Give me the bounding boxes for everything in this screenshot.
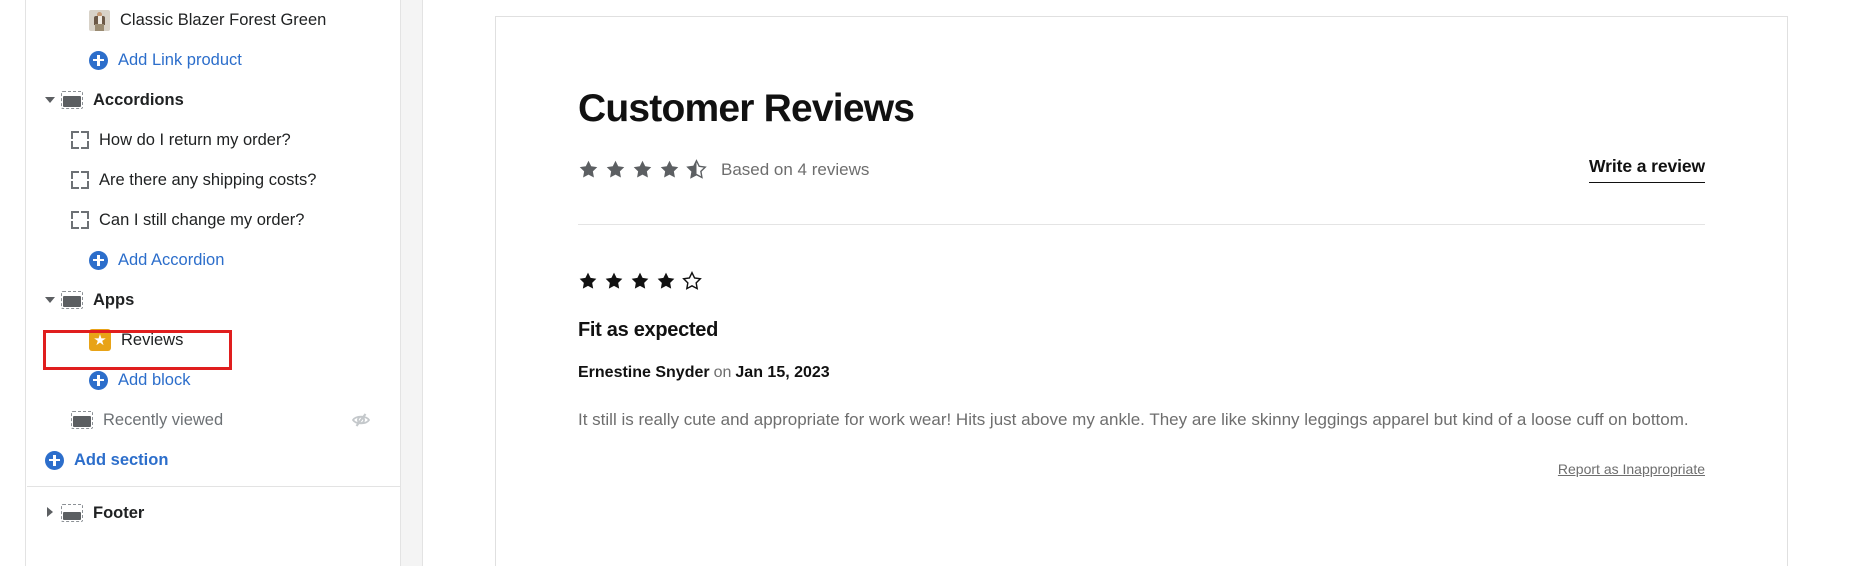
sidebar-item-how-do-i-return-my-order[interactable]: How do I return my order?: [27, 120, 400, 160]
review-on-word: on: [713, 363, 732, 381]
sidebar-item-label: Reviews: [121, 330, 184, 349]
sidebar-item-label: Classic Blazer Forest Green: [120, 10, 327, 29]
sidebar-item-label: Footer: [93, 503, 145, 522]
sidebar-item-footer[interactable]: Footer: [27, 493, 400, 533]
sidebar-item-label: Apps: [93, 290, 135, 309]
sidebar-item-can-i-still-change-my-order[interactable]: Can I still change my order?: [27, 200, 400, 240]
theme-editor-sidebar: Classic Blazer Forest Green Add Link pro…: [0, 0, 401, 566]
block-icon: [71, 211, 89, 229]
section-icon: [61, 91, 83, 109]
sidebar-divider: [27, 486, 400, 487]
review-body-text: It still is really cute and appropriate …: [578, 409, 1689, 429]
sidebar-item-add-link-product[interactable]: Add Link product: [27, 40, 400, 80]
section-icon: [61, 504, 83, 522]
star-filled-icon: [579, 272, 597, 289]
star-app-icon: ★: [89, 329, 111, 351]
review-list-item: Fit as expected Ernestine Snyder on Jan 15…: [578, 225, 1705, 488]
sidebar-item-are-there-any-shipping-costs[interactable]: Are there any shipping costs?: [27, 160, 400, 200]
sidebar-item-recently-viewed[interactable]: Recently viewed: [27, 400, 400, 440]
sidebar-left-edge: [0, 0, 26, 566]
sidebar-item-label: Add block: [118, 370, 191, 389]
storefront-preview: Customer Reviews Based on 4 reviews Writ…: [424, 0, 1850, 566]
sidebar-item-label: Add Link product: [118, 50, 242, 69]
review-author: Ernestine Snyder: [578, 363, 710, 381]
reviews-summary-left: Based on 4 reviews: [578, 159, 869, 180]
sidebar-item-label: Are there any shipping costs?: [99, 170, 317, 189]
sidebar-item-label: Add Accordion: [118, 250, 225, 269]
preview-gutter: [401, 0, 423, 566]
star-half-icon: [686, 159, 707, 180]
section-tree: Classic Blazer Forest Green Add Link pro…: [27, 0, 400, 533]
sidebar-item-classic-blazer-forest-green[interactable]: Classic Blazer Forest Green: [27, 0, 400, 40]
reviews-summary-row: Based on 4 reviews Write a review: [578, 152, 1705, 188]
report-row: Report as Inappropriate: [578, 461, 1705, 487]
product-thumbnail-icon: [89, 9, 110, 31]
sidebar-item-label: How do I return my order?: [99, 130, 291, 149]
chevron-down-icon[interactable]: [45, 294, 57, 306]
sidebar-item-add-section[interactable]: Add section: [27, 440, 400, 480]
sidebar-item-add-block[interactable]: Add block: [27, 360, 400, 400]
review-title: Fit as expected: [578, 318, 719, 341]
star-filled-icon: [657, 272, 675, 289]
sidebar-item-apps[interactable]: Apps: [27, 280, 400, 320]
plus-circle-icon: [45, 450, 64, 470]
based-on-reviews-text: Based on 4 reviews: [721, 159, 870, 179]
section-icon: [71, 411, 93, 429]
sidebar-item-reviews[interactable]: ★ Reviews: [27, 320, 400, 360]
average-rating-stars: [578, 159, 707, 180]
write-a-review-button[interactable]: Write a review: [1589, 156, 1705, 184]
block-icon: [71, 171, 89, 189]
report-as-inappropriate-link[interactable]: Report as Inappropriate: [1558, 461, 1705, 477]
customer-reviews-card: Customer Reviews Based on 4 reviews Writ…: [495, 16, 1788, 566]
review-date: Jan 15, 2023: [735, 363, 830, 381]
sidebar-item-accordions[interactable]: Accordions: [27, 80, 400, 120]
page-title: Customer Reviews: [578, 87, 915, 130]
review-byline: Ernestine Snyder on Jan 15, 2023: [578, 364, 1705, 382]
eye-off-icon[interactable]: [350, 409, 372, 431]
star-filled-icon: [605, 272, 623, 289]
plus-circle-icon: [89, 50, 108, 70]
sidebar-item-label: Recently viewed: [103, 410, 224, 429]
sidebar-item-label: Can I still change my order?: [99, 210, 305, 229]
star-filled-icon: [631, 272, 649, 289]
sidebar-item-label: Add section: [74, 450, 169, 469]
star-filled-icon: [606, 161, 625, 178]
sidebar-item-label: Accordions: [93, 90, 184, 109]
chevron-right-icon[interactable]: [45, 507, 57, 519]
sidebar-item-add-accordion[interactable]: Add Accordion: [27, 240, 400, 280]
block-icon: [71, 131, 89, 149]
review-rating-stars: [578, 270, 1705, 291]
plus-circle-icon: [89, 370, 108, 390]
star-outline-icon: [682, 270, 702, 290]
star-filled-icon: [579, 161, 598, 178]
chevron-down-icon[interactable]: [45, 94, 57, 106]
star-filled-icon: [660, 161, 679, 178]
section-icon: [61, 291, 83, 309]
plus-circle-icon: [89, 250, 108, 270]
star-filled-icon: [633, 161, 652, 178]
